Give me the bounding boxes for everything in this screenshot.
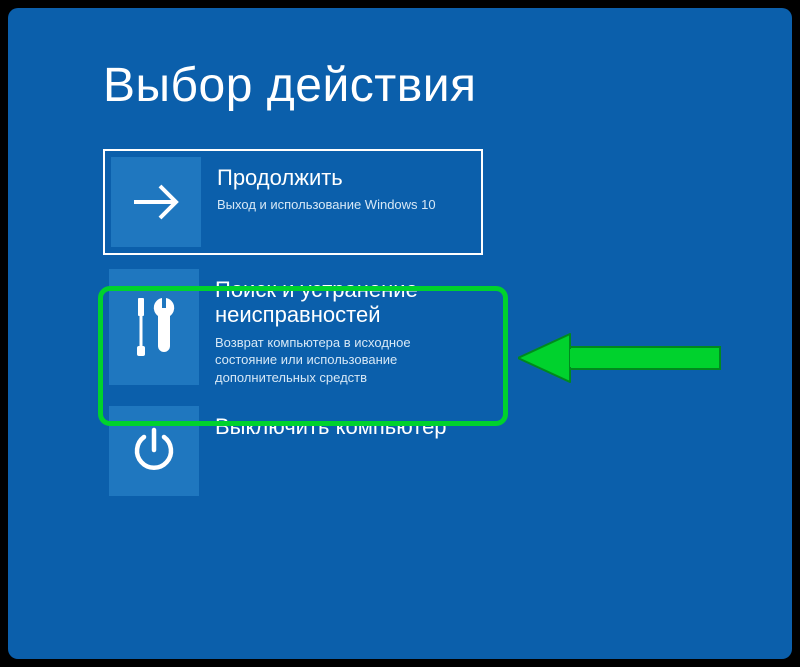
tile-continue-text: Продолжить Выход и использование Windows…	[201, 157, 436, 214]
tile-troubleshoot-title: Поиск и устранение неисправностей	[215, 277, 473, 328]
tile-continue-subtitle: Выход и использование Windows 10	[217, 196, 436, 214]
tile-shutdown-text: Выключить компьютер	[199, 406, 447, 445]
recovery-screen: Выбор действия Продолжить Выход и исполь…	[8, 8, 792, 659]
tile-continue[interactable]: Продолжить Выход и использование Windows…	[103, 149, 483, 255]
tile-troubleshoot-text: Поиск и устранение неисправностей Возвра…	[199, 269, 473, 386]
page-title: Выбор действия	[103, 58, 703, 113]
tile-troubleshoot-subtitle: Возврат компьютера в исходное состояние …	[215, 334, 455, 387]
tile-continue-title: Продолжить	[217, 165, 436, 190]
tile-list: Продолжить Выход и использование Windows…	[103, 149, 703, 502]
tile-shutdown-title: Выключить компьютер	[215, 414, 447, 439]
content-area: Выбор действия Продолжить Выход и исполь…	[103, 58, 703, 502]
arrow-right-icon	[111, 157, 201, 247]
tile-shutdown[interactable]: Выключить компьютер	[103, 400, 483, 502]
power-icon	[109, 406, 199, 496]
tools-icon	[109, 269, 199, 385]
tile-troubleshoot[interactable]: Поиск и устранение неисправностей Возвра…	[103, 263, 483, 392]
